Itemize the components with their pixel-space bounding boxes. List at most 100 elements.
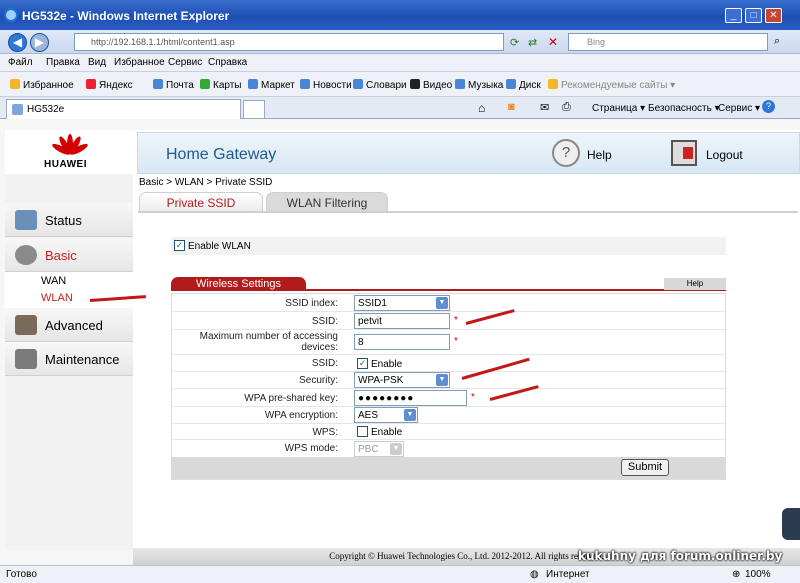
status-bar: Готово ◍ Интернет ⊕ 100%	[0, 565, 800, 583]
chevron-down-icon: ▼	[436, 374, 448, 386]
refresh-icon[interactable]: ⟳	[510, 36, 519, 49]
menu-file[interactable]: Файл	[8, 57, 33, 68]
sidebar-item-maintenance[interactable]: Maintenance	[5, 342, 133, 376]
ssid-index-select[interactable]: SSID1 ▼	[354, 295, 450, 311]
fav-yandex[interactable]: Яндекс	[86, 79, 133, 91]
logout-door-icon[interactable]	[671, 140, 697, 166]
address-bar: ◀ ▶ http://192.168.1.1/html/content1.asp…	[0, 30, 800, 54]
help-link[interactable]: Help	[587, 148, 612, 162]
row-wpa-key: WPA pre-shared key: ●●●●●●●● *	[172, 389, 725, 407]
wpa-encryption-select[interactable]: AES ▼	[354, 407, 418, 423]
page-icon	[12, 104, 23, 115]
fav-market[interactable]: Маркет	[248, 79, 295, 91]
gear-icon	[15, 245, 37, 265]
page-title: Home Gateway	[166, 146, 277, 163]
enable-wlan-label: Enable WLAN	[188, 241, 251, 252]
search-icon[interactable]: ⌕	[774, 35, 780, 48]
url-input[interactable]: http://192.168.1.1/html/content1.asp	[74, 33, 504, 51]
safety-menu[interactable]: Безопасность ▾	[648, 103, 720, 114]
status-icon	[15, 210, 37, 230]
fav-suggested[interactable]: Рекомендуемые сайты ▾	[548, 79, 675, 91]
sidebar-item-wlan[interactable]: WLAN	[41, 292, 73, 304]
chevron-down-icon: ▼	[404, 409, 416, 421]
section-title: Wireless Settings	[171, 277, 306, 291]
back-icon[interactable]: ◀	[8, 33, 27, 52]
sidebar-item-basic[interactable]: Basic	[5, 238, 133, 272]
page-menu[interactable]: Страница ▾	[592, 103, 645, 114]
side-widget[interactable]	[782, 508, 800, 540]
fav-video[interactable]: Видео	[410, 79, 452, 91]
rss-icon[interactable]: ◙	[508, 101, 515, 113]
close-button[interactable]: ✕	[765, 8, 782, 23]
row-wps: WPS: Enable	[172, 424, 725, 440]
help-icon[interactable]: ?	[762, 100, 775, 113]
fav-maps[interactable]: Карты	[200, 79, 242, 91]
search-input[interactable]: Bing	[568, 33, 768, 51]
home-icon[interactable]: ⌂	[478, 101, 485, 115]
enable-wlan-row: ✓ Enable WLAN	[171, 237, 726, 255]
menu-view[interactable]: Вид	[88, 57, 106, 68]
menu-favorites[interactable]: Избранное	[114, 57, 165, 68]
status-text: Готово	[6, 569, 37, 580]
fav-dictionaries[interactable]: Словари	[353, 79, 407, 91]
security-select[interactable]: WPA-PSK ▼	[354, 372, 450, 388]
fav-mail[interactable]: Почта	[153, 79, 194, 91]
breadcrumb: Basic > WLAN > Private SSID	[139, 177, 273, 188]
fav-music[interactable]: Музыка	[455, 79, 503, 91]
logout-link[interactable]: Logout	[706, 148, 743, 162]
favorites-button[interactable]: Избранное	[10, 79, 74, 91]
menu-bar: Файл Правка Вид Избранное Сервис Справка	[0, 54, 800, 72]
sidebar-item-advanced[interactable]: Advanced	[5, 308, 133, 342]
zoom-level[interactable]: 100%	[745, 569, 771, 580]
wpa-key-input[interactable]: ●●●●●●●●	[354, 390, 467, 406]
fav-news[interactable]: Новости	[300, 79, 352, 91]
tab-wlan-filtering[interactable]: WLAN Filtering	[266, 192, 388, 212]
sidebar-item-status[interactable]: Status	[5, 203, 133, 237]
star-icon	[10, 79, 20, 89]
chevron-down-icon: ▼	[436, 297, 448, 309]
huawei-logo: HUAWEI	[5, 130, 133, 174]
stop-icon[interactable]: ✕	[548, 35, 558, 49]
maximize-button[interactable]: □	[745, 8, 762, 23]
browser-tab[interactable]: HG532e	[6, 99, 241, 119]
row-wpa-encryption: WPA encryption: AES ▼	[172, 407, 725, 424]
favorites-bar: Избранное Яндекс Почта Карты Маркет Ново…	[0, 72, 800, 97]
chevron-down-icon: ▼	[390, 443, 402, 455]
zone-label: Интернет	[546, 569, 590, 580]
brand-name: HUAWEI	[44, 159, 87, 170]
tools-menu[interactable]: Сервис ▾	[718, 103, 760, 114]
row-ssid: SSID: petvit *	[172, 312, 725, 330]
row-wps-mode: WPS mode: PBC ▼	[172, 440, 725, 457]
row-ssid-index: SSID index: SSID1 ▼	[172, 294, 725, 312]
fav-disk[interactable]: Диск	[506, 79, 541, 91]
menu-edit[interactable]: Правка	[46, 57, 80, 68]
sidebar-item-wan[interactable]: WAN	[41, 275, 66, 287]
help-circle-icon[interactable]: ?	[552, 139, 580, 167]
tab-divider	[138, 211, 798, 213]
print-icon[interactable]: ⎙	[562, 101, 571, 114]
forward-icon[interactable]: ▶	[30, 33, 49, 52]
window-title: HG532e - Windows Internet Explorer	[22, 9, 230, 23]
menu-help[interactable]: Справка	[208, 57, 247, 68]
row-ssid-enable: SSID: ✓ Enable	[172, 355, 725, 372]
advanced-icon	[15, 315, 37, 335]
ssid-enable-checkbox[interactable]: ✓	[357, 358, 368, 369]
zoom-icon[interactable]: ⊕	[732, 569, 740, 580]
submit-button[interactable]: Submit	[621, 459, 669, 476]
wrench-icon	[15, 349, 37, 369]
section-help-button[interactable]: Help	[664, 278, 726, 290]
tab-private-ssid[interactable]: Private SSID	[139, 192, 263, 212]
wps-enable-checkbox[interactable]	[357, 426, 368, 437]
watermark: kukuhny для forum.onliner.by	[578, 549, 783, 563]
wps-mode-select[interactable]: PBC ▼	[354, 441, 404, 457]
mail-icon[interactable]: ✉	[540, 101, 549, 114]
new-tab-button[interactable]	[243, 100, 265, 119]
ssid-input[interactable]: petvit	[354, 313, 450, 329]
enable-wlan-checkbox[interactable]: ✓	[174, 240, 185, 251]
menu-tools[interactable]: Сервис	[168, 57, 202, 68]
globe-icon: ◍	[530, 569, 539, 580]
ie-logo-icon	[4, 8, 18, 22]
minimize-button[interactable]: _	[725, 8, 742, 23]
max-devices-input[interactable]: 8	[354, 334, 450, 350]
compat-icon[interactable]: ⇄	[528, 36, 537, 49]
